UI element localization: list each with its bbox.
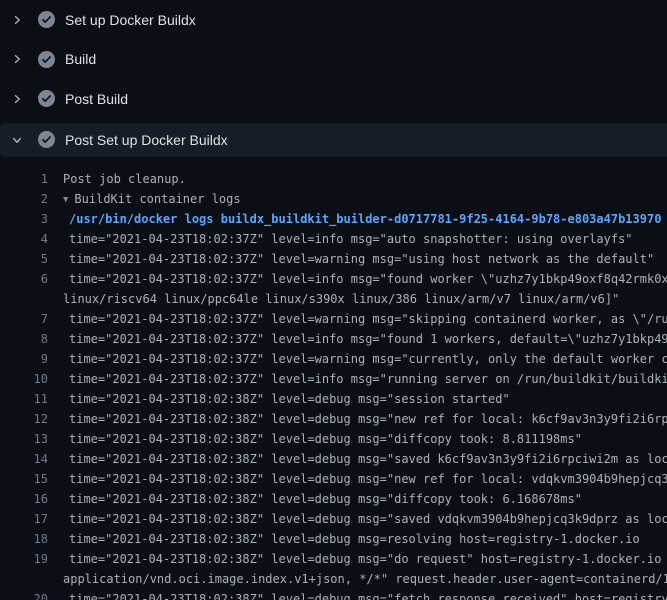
log-line-number[interactable]: 9 — [0, 349, 48, 369]
log-row: 12 time="2021-04-23T18:02:38Z" level=deb… — [0, 409, 667, 429]
log-line-number[interactable]: 17 — [0, 509, 48, 529]
log-line-text: time="2021-04-23T18:02:37Z" level=warnin… — [48, 349, 667, 369]
check-circle-icon — [38, 51, 55, 68]
actions-log-viewer: Set up Docker Buildx Build P — [0, 0, 667, 600]
log-line-text: time="2021-04-23T18:02:38Z" level=debug … — [48, 409, 667, 429]
step-list: Set up Docker Buildx Build P — [0, 0, 667, 157]
log-line-text: time="2021-04-23T18:02:37Z" level=warnin… — [48, 309, 667, 329]
log-line-text: time="2021-04-23T18:02:37Z" level=info m… — [48, 229, 633, 249]
log-line-number[interactable]: 5 — [0, 249, 48, 269]
log-row: 1 Post job cleanup. — [0, 169, 667, 189]
log-line-text: time="2021-04-23T18:02:38Z" level=debug … — [48, 509, 667, 529]
log-row: 5 time="2021-04-23T18:02:37Z" level=warn… — [0, 249, 667, 269]
log-row: 14 time="2021-04-23T18:02:38Z" level=deb… — [0, 449, 667, 469]
log-row: 10 time="2021-04-23T18:02:37Z" level=inf… — [0, 369, 667, 389]
log-line-number[interactable]: 10 — [0, 369, 48, 389]
log-line-text: time="2021-04-23T18:02:38Z" level=debug … — [48, 469, 667, 489]
log-line-number — [0, 289, 48, 309]
log-line-number[interactable]: 18 — [0, 529, 48, 549]
log-line-number[interactable]: 4 — [0, 229, 48, 249]
log-row: 7 time="2021-04-23T18:02:37Z" level=warn… — [0, 309, 667, 329]
chevron-right-icon[interactable] — [10, 13, 24, 27]
log-line-number[interactable]: 16 — [0, 489, 48, 509]
step-title: Set up Docker Buildx — [65, 12, 196, 28]
log-line-text: time="2021-04-23T18:02:38Z" level=debug … — [48, 429, 582, 449]
log-line-text: time="2021-04-23T18:02:38Z" level=debug … — [48, 529, 640, 549]
log-line-text: time="2021-04-23T18:02:37Z" level=info m… — [48, 329, 667, 349]
step-title: Build — [65, 51, 96, 67]
log-group-toggle[interactable]: ▼ BuildKit container logs — [48, 189, 241, 209]
log-row: 20 time="2021-04-23T18:02:38Z" level=deb… — [0, 589, 667, 600]
log-line-number[interactable]: 2 — [0, 189, 48, 209]
log-line-text: time="2021-04-23T18:02:37Z" level=info m… — [48, 369, 667, 389]
step-title: Post Build — [65, 91, 128, 107]
chevron-right-icon[interactable] — [10, 92, 24, 106]
check-circle-icon — [38, 90, 55, 107]
log-line-number — [0, 569, 48, 589]
log-row: 19 time="2021-04-23T18:02:38Z" level=deb… — [0, 549, 667, 569]
log-line-number[interactable]: 3 — [0, 209, 48, 229]
log-line-text: time="2021-04-23T18:02:38Z" level=debug … — [48, 549, 667, 569]
step-header-post-build[interactable]: Post Build — [0, 79, 667, 119]
log-line-number[interactable]: 8 — [0, 329, 48, 349]
log-line-number[interactable]: 19 — [0, 549, 48, 569]
log-row: 18 time="2021-04-23T18:02:38Z" level=deb… — [0, 529, 667, 549]
log-line-text: application/vnd.oci.image.index.v1+json,… — [48, 569, 667, 589]
step-title: Post Set up Docker Buildx — [65, 132, 228, 148]
log-line-text: time="2021-04-23T18:02:38Z" level=debug … — [48, 489, 582, 509]
log-row: linux/riscv64 linux/ppc64le linux/s390x … — [0, 289, 667, 309]
log-row: 13 time="2021-04-23T18:02:38Z" level=deb… — [0, 429, 667, 449]
log-line-number[interactable]: 20 — [0, 589, 48, 600]
log-line-text: time="2021-04-23T18:02:37Z" level=warnin… — [48, 249, 654, 269]
step-header-build[interactable]: Build — [0, 40, 667, 80]
log-line-number[interactable]: 13 — [0, 429, 48, 449]
step-header-set-up-docker-buildx[interactable]: Set up Docker Buildx — [0, 0, 667, 40]
log-row: 11 time="2021-04-23T18:02:38Z" level=deb… — [0, 389, 667, 409]
check-circle-icon — [38, 131, 55, 148]
check-circle-icon — [38, 11, 55, 28]
log-line-number[interactable]: 12 — [0, 409, 48, 429]
log-line-number[interactable]: 7 — [0, 309, 48, 329]
log-row: 9 time="2021-04-23T18:02:37Z" level=warn… — [0, 349, 667, 369]
log-row: 3 /usr/bin/docker logs buildx_buildkit_b… — [0, 209, 667, 229]
log-line-text: time="2021-04-23T18:02:38Z" level=debug … — [48, 389, 510, 409]
log-command-text: /usr/bin/docker logs buildx_buildkit_bui… — [48, 209, 661, 229]
log-row: 17 time="2021-04-23T18:02:38Z" level=deb… — [0, 509, 667, 529]
log-group-label[interactable]: BuildKit container logs — [74, 192, 240, 206]
log-line-text: time="2021-04-23T18:02:38Z" level=debug … — [48, 449, 667, 469]
log-row: 4 time="2021-04-23T18:02:37Z" level=info… — [0, 229, 667, 249]
log-row: application/vnd.oci.image.index.v1+json,… — [0, 569, 667, 589]
chevron-down-icon[interactable] — [10, 133, 24, 147]
log-line-text: time="2021-04-23T18:02:38Z" level=debug … — [48, 589, 667, 600]
log-line-number[interactable]: 6 — [0, 269, 48, 289]
chevron-right-icon[interactable] — [10, 52, 24, 66]
log-line-number[interactable]: 1 — [0, 169, 48, 189]
log-row: 8 time="2021-04-23T18:02:37Z" level=info… — [0, 329, 667, 349]
log-row: 6 time="2021-04-23T18:02:37Z" level=info… — [0, 269, 667, 289]
log-line-text: Post job cleanup. — [48, 169, 186, 189]
log-row: 15 time="2021-04-23T18:02:38Z" level=deb… — [0, 469, 667, 489]
log-row: 2 ▼ BuildKit container logs — [0, 189, 667, 209]
log-row: 16 time="2021-04-23T18:02:38Z" level=deb… — [0, 489, 667, 509]
step-header-post-set-up-docker-buildx[interactable]: Post Set up Docker Buildx — [0, 123, 667, 157]
group-caret-icon[interactable]: ▼ — [63, 190, 68, 209]
log-line-number[interactable]: 11 — [0, 389, 48, 409]
log-line-number[interactable]: 15 — [0, 469, 48, 489]
log-line-number[interactable]: 14 — [0, 449, 48, 469]
log-output: 1 Post job cleanup. 2 ▼ BuildKit containe… — [0, 157, 667, 600]
log-line-text: linux/riscv64 linux/ppc64le linux/s390x … — [48, 289, 619, 309]
log-line-text: time="2021-04-23T18:02:37Z" level=info m… — [48, 269, 667, 289]
